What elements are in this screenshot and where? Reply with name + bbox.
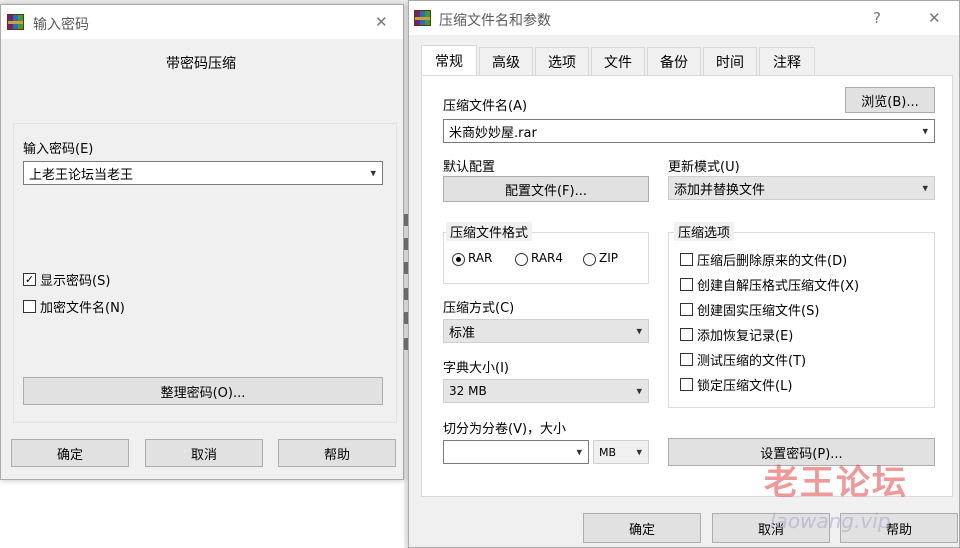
chevron-down-icon: ▾ xyxy=(636,324,642,338)
chevron-down-icon: ▾ xyxy=(636,384,642,398)
encrypt-filenames-checkbox[interactable] xyxy=(23,300,36,313)
update-mode-value: 添加并替换文件 xyxy=(674,182,766,198)
delete-after-label: 压缩后删除原来的文件(D) xyxy=(697,254,848,269)
chevron-down-icon[interactable]: ▾ xyxy=(576,446,582,459)
tab-options[interactable]: 选项 xyxy=(535,47,589,75)
check-icon: ✓ xyxy=(24,273,35,286)
profiles-button[interactable]: 配置文件(F)... xyxy=(443,176,649,202)
lock-archive-checkbox[interactable] xyxy=(680,378,693,391)
close-icon[interactable]: ✕ xyxy=(375,13,388,31)
archive-dialog-titlebar: 压缩文件名和参数 ? ✕ xyxy=(409,1,959,35)
delete-after-checkbox[interactable] xyxy=(680,253,693,266)
create-sfx-checkbox[interactable] xyxy=(680,278,693,291)
create-solid-label: 创建固实压缩文件(S) xyxy=(697,304,820,319)
tab-backup[interactable]: 备份 xyxy=(647,47,701,75)
test-archived-label: 测试压缩的文件(T) xyxy=(697,354,807,369)
archive-name-label: 压缩文件名(A) xyxy=(443,99,528,114)
create-solid-checkbox[interactable] xyxy=(680,303,693,316)
winrar-icon xyxy=(414,10,431,26)
chevron-down-icon: ▾ xyxy=(636,445,642,459)
tab-general[interactable]: 常规 xyxy=(421,45,477,75)
general-tab-panel: 压缩文件名(A) 浏览(B)... 米商妙妙屋.rar ▾ 默认配置 配置文件(… xyxy=(421,75,953,497)
update-mode-select[interactable]: 添加并替换文件 ▾ xyxy=(668,176,935,200)
split-volumes-label: 切分为分卷(V)，大小 xyxy=(443,422,567,437)
password-dialog-title: 输入密码 xyxy=(33,17,89,33)
password-dialog: 输入密码 ✕ 带密码压缩 输入密码(E) 上老王论坛当老王 ▾ ✓ 显示密码(S… xyxy=(0,4,404,480)
ok-button[interactable]: 确定 xyxy=(583,513,701,543)
organize-passwords-button[interactable]: 整理密码(O)... xyxy=(23,377,383,405)
password-dialog-heading: 带密码压缩 xyxy=(166,56,236,72)
default-profile-label: 默认配置 xyxy=(443,160,496,175)
password-input[interactable]: 上老王论坛当老王 ▾ xyxy=(23,161,383,185)
create-sfx-label: 创建自解压格式压缩文件(X) xyxy=(697,279,860,294)
recovery-record-checkbox[interactable] xyxy=(680,328,693,341)
chevron-down-icon[interactable]: ▾ xyxy=(370,167,376,180)
archive-dialog-title: 压缩文件名和参数 xyxy=(439,13,551,29)
archive-name-value: 米商妙妙屋.rar xyxy=(449,125,537,141)
password-label: 输入密码(E) xyxy=(23,142,94,157)
watermark-url: laowang.vip xyxy=(770,509,891,533)
tab-time[interactable]: 时间 xyxy=(703,47,757,75)
cancel-button[interactable]: 取消 xyxy=(145,439,263,467)
dictionary-size-value: 32 MB xyxy=(449,384,487,398)
dictionary-size-label: 字典大小(I) xyxy=(443,361,509,376)
help-button[interactable]: 帮助 xyxy=(278,439,396,467)
lock-archive-label: 锁定压缩文件(L) xyxy=(697,379,793,394)
format-rar-label: RAR xyxy=(468,251,493,265)
archive-name-input[interactable]: 米商妙妙屋.rar ▾ xyxy=(443,119,935,143)
split-unit-select[interactable]: MB ▾ xyxy=(593,440,649,464)
tab-files[interactable]: 文件 xyxy=(591,47,645,75)
archive-format-title: 压缩文件格式 xyxy=(446,222,533,241)
format-rar4-radio[interactable] xyxy=(515,253,528,266)
watermark-logo-text: 老王论坛 xyxy=(764,463,908,503)
help-icon[interactable]: ? xyxy=(873,9,881,27)
ok-button[interactable]: 确定 xyxy=(11,439,129,467)
compression-method-select[interactable]: 标准 ▾ xyxy=(443,319,649,343)
winrar-icon xyxy=(7,14,24,30)
tab-advanced[interactable]: 高级 xyxy=(479,47,533,75)
recovery-record-label: 添加恢复记录(E) xyxy=(697,329,794,344)
format-zip-label: ZIP xyxy=(599,251,618,265)
format-rar-radio[interactable] xyxy=(452,253,465,266)
update-mode-label: 更新模式(U) xyxy=(668,160,740,175)
dictionary-size-select[interactable]: 32 MB ▾ xyxy=(443,379,649,403)
tab-comment[interactable]: 注释 xyxy=(759,47,815,75)
show-password-label: 显示密码(S) xyxy=(40,274,111,289)
compression-method-label: 压缩方式(C) xyxy=(443,301,515,316)
browse-button[interactable]: 浏览(B)... xyxy=(845,87,935,113)
compression-method-value: 标准 xyxy=(449,325,476,341)
encrypt-filenames-label: 加密文件名(N) xyxy=(40,301,125,316)
split-unit-value: MB xyxy=(599,445,617,459)
show-password-checkbox[interactable]: ✓ xyxy=(23,273,36,286)
test-archived-checkbox[interactable] xyxy=(680,353,693,366)
format-zip-radio[interactable] xyxy=(583,253,596,266)
chevron-down-icon[interactable]: ▾ xyxy=(922,125,928,138)
format-rar4-label: RAR4 xyxy=(531,251,564,265)
chevron-down-icon: ▾ xyxy=(922,181,928,195)
tab-strip: 常规 高级 选项 文件 备份 时间 注释 xyxy=(421,45,921,75)
password-dialog-titlebar: 输入密码 ✕ xyxy=(1,5,403,39)
close-icon[interactable]: ✕ xyxy=(928,9,941,27)
password-input-value: 上老王论坛当老王 xyxy=(29,167,134,183)
archiving-options-title: 压缩选项 xyxy=(674,222,735,241)
split-size-input[interactable]: ▾ xyxy=(443,440,589,464)
